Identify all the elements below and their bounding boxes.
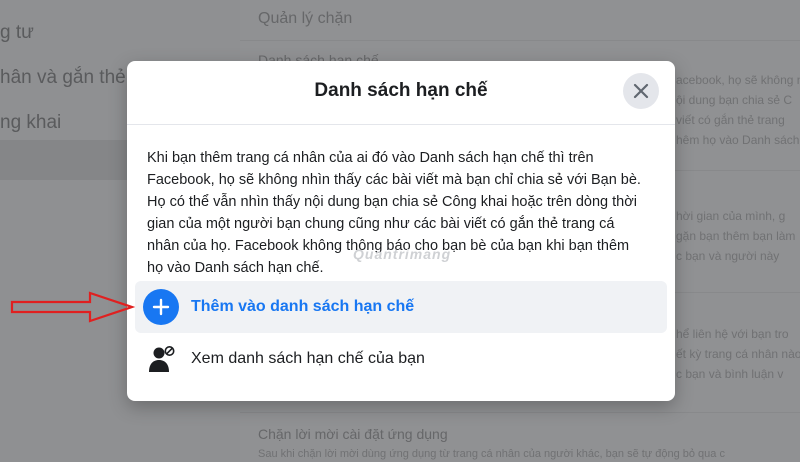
restricted-list-dialog: Danh sách hạn chế Khi bạn thêm trang cá … — [127, 61, 675, 401]
section-desc-line: ết kỳ trang cá nhân nào — [676, 347, 800, 361]
dialog-header: Danh sách hạn chế — [127, 61, 675, 125]
section-desc-line: hể liên hệ với bạn tro — [676, 327, 789, 341]
plus-icon — [143, 289, 179, 325]
sidebar-item-public[interactable]: ng khai — [0, 112, 61, 134]
close-icon — [633, 83, 649, 99]
restricted-desc-line: viết có gắn thẻ trang — [676, 113, 785, 127]
watermark: Quantrimang — [353, 246, 452, 262]
view-restricted-list-label: Xem danh sách hạn chế của bạn — [191, 350, 425, 367]
section-desc-line: c bạn và bình luận v — [676, 367, 784, 381]
section-desc-line: c bạn và người này — [676, 249, 780, 263]
section-desc-line: hời gian của mình, g — [676, 209, 786, 223]
add-to-restricted-list-label: Thêm vào danh sách hạn chế — [191, 298, 415, 315]
annotation-arrow — [10, 291, 135, 323]
manage-blocking-title: Quản lý chặn — [258, 10, 353, 27]
sidebar-item-privacy[interactable]: g tư — [0, 22, 34, 44]
restricted-desc-line: hêm họ vào Danh sách — [676, 133, 800, 147]
restricted-desc-line: ội dung bạn chia sẻ C — [676, 93, 793, 107]
block-app-invites-title: Chặn lời mời cài đặt ứng dụng — [258, 426, 448, 442]
restricted-desc-line: acebook, họ sẽ không n — [676, 73, 800, 87]
view-restricted-list-button[interactable]: Xem danh sách hạn chế của bạn — [135, 333, 667, 385]
section-desc-line: gặn bạn thêm bạn làm — [676, 229, 796, 243]
user-restricted-icon — [143, 341, 179, 377]
add-to-restricted-list-button[interactable]: Thêm vào danh sách hạn chế — [135, 281, 667, 333]
dialog-title: Danh sách hạn chế — [314, 80, 488, 101]
divider — [240, 412, 800, 413]
block-app-invites-desc: Sau khi chặn lời mời dùng ứng dụng từ tr… — [258, 448, 725, 460]
sidebar-item-profile-tagging[interactable]: hân và gắn thẻ — [0, 67, 126, 89]
divider — [240, 40, 800, 41]
close-button[interactable] — [623, 73, 659, 109]
